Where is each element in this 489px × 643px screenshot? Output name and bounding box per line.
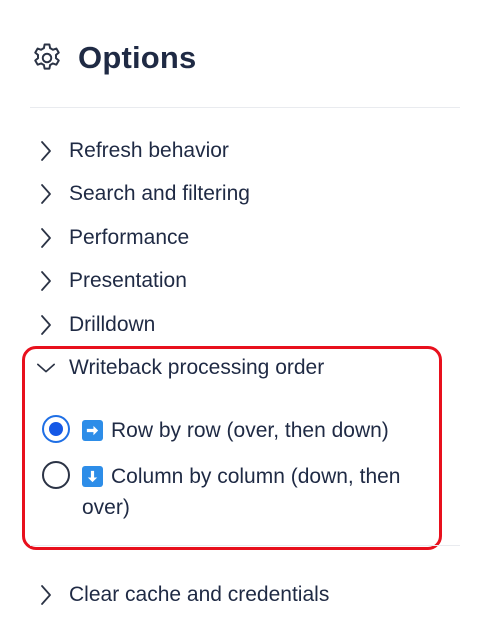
section-label: Presentation — [69, 269, 187, 292]
radio-option-row-by-row[interactable]: Row by row (over, then down) — [42, 415, 432, 446]
down-arrow-emoji-icon — [82, 466, 103, 487]
radio-label: Column by column (down, then over) — [82, 461, 432, 523]
radio-button-unselected[interactable] — [42, 461, 70, 489]
gear-icon — [30, 41, 64, 75]
section-label: Drilldown — [69, 313, 156, 336]
section-performance[interactable]: Performance — [36, 223, 189, 253]
chevron-right-icon — [36, 313, 56, 337]
options-header: Options — [30, 36, 197, 80]
radio-label-text: Row by row (over, then down) — [111, 419, 389, 442]
section-label: Search and filtering — [69, 182, 250, 205]
section-label: Refresh behavior — [69, 139, 229, 162]
section-label: Performance — [69, 226, 190, 249]
chevron-right-icon — [36, 226, 56, 250]
radio-label: Row by row (over, then down) — [82, 415, 432, 446]
chevron-right-icon — [36, 182, 56, 206]
section-search-and-filtering[interactable]: Search and filtering — [36, 179, 250, 209]
radio-option-column-by-column[interactable]: Column by column (down, then over) — [42, 461, 432, 523]
radio-label-text: Column by column (down, then over) — [82, 465, 401, 519]
radio-button-selected[interactable] — [42, 415, 70, 443]
section-label: Clear cache and credentials — [69, 583, 330, 606]
section-label: Writeback processing order — [69, 356, 325, 379]
section-clear-cache-and-credentials[interactable]: Clear cache and credentials — [36, 580, 329, 610]
section-presentation[interactable]: Presentation — [36, 266, 187, 296]
page-title: Options — [78, 40, 197, 75]
chevron-right-icon — [36, 269, 56, 293]
section-writeback-processing-order[interactable]: Writeback processing order — [36, 353, 324, 383]
right-arrow-emoji-icon — [82, 420, 103, 441]
header-divider — [30, 107, 460, 108]
section-drilldown[interactable]: Drilldown — [36, 310, 155, 340]
chevron-right-icon — [36, 583, 56, 607]
section-refresh-behavior[interactable]: Refresh behavior — [36, 136, 229, 166]
chevron-right-icon — [36, 139, 56, 163]
chevron-down-icon — [36, 356, 56, 380]
section-divider — [30, 545, 460, 546]
